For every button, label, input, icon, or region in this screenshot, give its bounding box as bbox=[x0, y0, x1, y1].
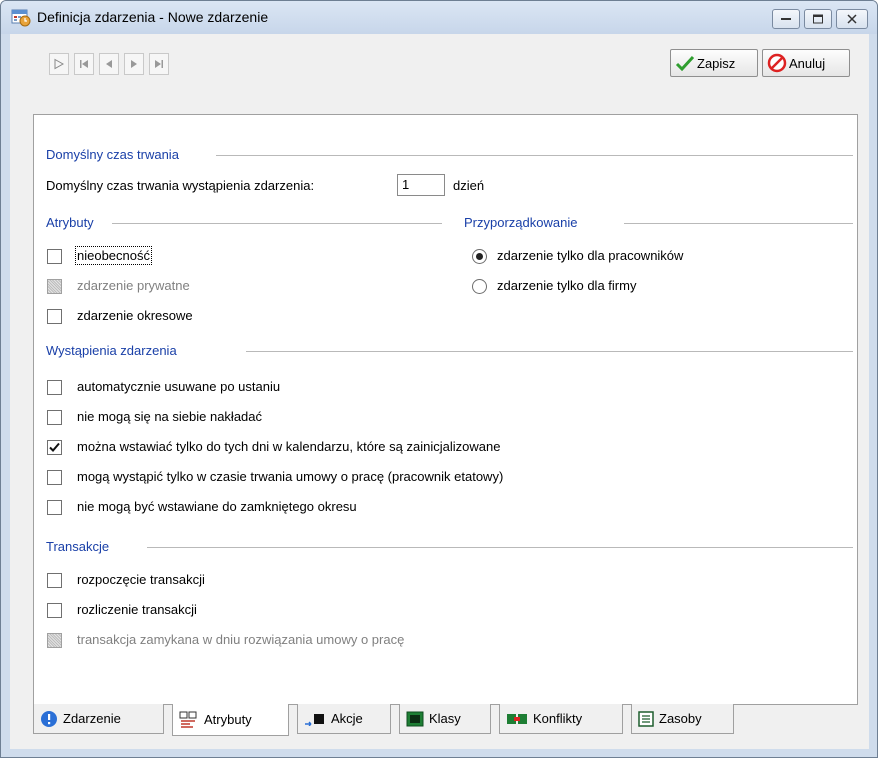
play-outline-icon bbox=[54, 58, 64, 70]
divider bbox=[246, 351, 853, 352]
last-record-button[interactable] bbox=[149, 53, 169, 75]
last-icon bbox=[155, 60, 163, 68]
previous-record-button[interactable] bbox=[99, 53, 119, 75]
radio-company-only[interactable] bbox=[472, 279, 487, 294]
duration-unit-label: dzień bbox=[453, 178, 485, 193]
checkbox-transaction-settlement-label: rozliczenie transakcji bbox=[77, 602, 197, 617]
previous-icon bbox=[106, 60, 112, 68]
close-icon bbox=[847, 14, 857, 24]
checkbox-private-event bbox=[47, 279, 62, 294]
section-default-duration: Domyślny czas trwania bbox=[46, 147, 179, 162]
tab-akcje-label: Akcje bbox=[331, 711, 363, 726]
first-icon bbox=[80, 60, 88, 68]
attributes-icon bbox=[179, 711, 197, 728]
window-title: Definicja zdarzenia - Nowe zdarzenie bbox=[37, 9, 269, 25]
cancel-button[interactable]: Anuluj bbox=[762, 49, 850, 77]
checkbox-absence[interactable] bbox=[47, 249, 62, 264]
checkbox-transaction-start[interactable] bbox=[47, 573, 62, 588]
close-button[interactable] bbox=[836, 9, 868, 29]
minimize-button[interactable] bbox=[772, 9, 800, 29]
checkbox-periodic-event-label: zdarzenie okresowe bbox=[77, 308, 193, 323]
radio-employees-only[interactable] bbox=[472, 249, 487, 264]
checkbox-absence-label[interactable]: nieobecność bbox=[75, 246, 152, 265]
next-icon bbox=[131, 60, 137, 68]
divider bbox=[112, 223, 442, 224]
cancel-icon bbox=[767, 53, 787, 73]
checkbox-during-contract-label: mogą wystąpić tylko w czasie trwania umo… bbox=[77, 469, 504, 484]
tab-zasoby[interactable]: Zasoby bbox=[631, 704, 734, 734]
divider bbox=[624, 223, 853, 224]
tab-zdarzenie[interactable]: Zdarzenie bbox=[33, 704, 164, 734]
radio-employees-only-label: zdarzenie tylko dla pracowników bbox=[497, 248, 684, 263]
checkbox-periodic-event[interactable] bbox=[47, 309, 62, 324]
checkbox-transaction-start-label: rozpoczęcie transakcji bbox=[77, 572, 205, 587]
title-bar[interactable]: Definicja zdarzenia - Nowe zdarzenie bbox=[1, 1, 877, 34]
attributes-panel: Domyślny czas trwania Domyślny czas trwa… bbox=[33, 114, 858, 705]
default-duration-label: Domyślny czas trwania wystąpienia zdarze… bbox=[46, 178, 315, 193]
first-record-button[interactable] bbox=[74, 53, 94, 75]
default-duration-input[interactable]: 1 bbox=[397, 174, 445, 196]
section-assignment: Przyporządkowanie bbox=[464, 215, 578, 230]
checkbox-initialized-days-only[interactable] bbox=[47, 440, 62, 455]
tab-atrybuty-label: Atrybuty bbox=[204, 712, 252, 727]
maximize-icon bbox=[813, 14, 823, 24]
resources-icon bbox=[638, 710, 654, 727]
dialog-body: Zapisz Anuluj Domyślny czas trwania Domy… bbox=[10, 34, 869, 749]
minimize-icon bbox=[781, 18, 791, 20]
checkbox-transaction-closed-on-termination-label: transakcja zamykana w dniu rozwiązania u… bbox=[77, 632, 405, 647]
save-button[interactable]: Zapisz bbox=[670, 49, 758, 77]
divider bbox=[216, 155, 853, 156]
checkbox-transaction-closed-on-termination bbox=[47, 633, 62, 648]
app-icon bbox=[11, 9, 31, 27]
maximize-button[interactable] bbox=[804, 9, 832, 29]
info-icon bbox=[41, 710, 57, 727]
next-record-button[interactable] bbox=[124, 53, 144, 75]
cancel-label: Anuluj bbox=[789, 55, 826, 71]
checkbox-auto-remove[interactable] bbox=[47, 380, 62, 395]
checkbox-no-overlap[interactable] bbox=[47, 410, 62, 425]
checkbox-private-event-label: zdarzenie prywatne bbox=[77, 278, 190, 293]
checkmark-icon bbox=[675, 55, 695, 71]
tab-zdarzenie-label: Zdarzenie bbox=[63, 711, 121, 726]
tab-konflikty[interactable]: Konflikty bbox=[499, 704, 623, 734]
tab-klasy-label: Klasy bbox=[429, 711, 461, 726]
section-attributes: Atrybuty bbox=[46, 215, 94, 230]
tab-akcje[interactable]: Akcje bbox=[297, 704, 391, 734]
tab-atrybuty[interactable]: Atrybuty bbox=[172, 704, 289, 736]
checkbox-auto-remove-label: automatycznie usuwane po ustaniu bbox=[77, 379, 281, 394]
checkbox-initialized-days-only-label: można wstawiać tylko do tych dni w kalen… bbox=[77, 439, 501, 454]
save-label: Zapisz bbox=[697, 55, 736, 71]
radio-company-only-label: zdarzenie tylko dla firmy bbox=[497, 278, 637, 293]
checkbox-during-contract[interactable] bbox=[47, 470, 62, 485]
checkbox-not-closed-period[interactable] bbox=[47, 500, 62, 515]
tab-klasy[interactable]: Klasy bbox=[399, 704, 491, 734]
conflicts-icon bbox=[507, 713, 527, 724]
tab-zasoby-label: Zasoby bbox=[659, 711, 702, 726]
section-occurrences: Wystąpienia zdarzenia bbox=[46, 343, 177, 358]
checkbox-not-closed-period-label: nie mogą być wstawiane do zamkniętego ok… bbox=[77, 499, 357, 514]
section-transactions: Transakcje bbox=[46, 539, 110, 554]
checkbox-transaction-settlement[interactable] bbox=[47, 603, 62, 618]
divider bbox=[147, 547, 853, 548]
actions-icon bbox=[305, 713, 324, 726]
dialog-window: Definicja zdarzenia - Nowe zdarzenie Zap… bbox=[0, 0, 878, 758]
new-record-button[interactable] bbox=[49, 53, 69, 75]
tab-konflikty-label: Konflikty bbox=[533, 711, 583, 726]
classes-icon bbox=[406, 711, 424, 726]
checkbox-no-overlap-label: nie mogą się na siebie nakładać bbox=[77, 409, 263, 424]
check-icon bbox=[49, 442, 60, 452]
